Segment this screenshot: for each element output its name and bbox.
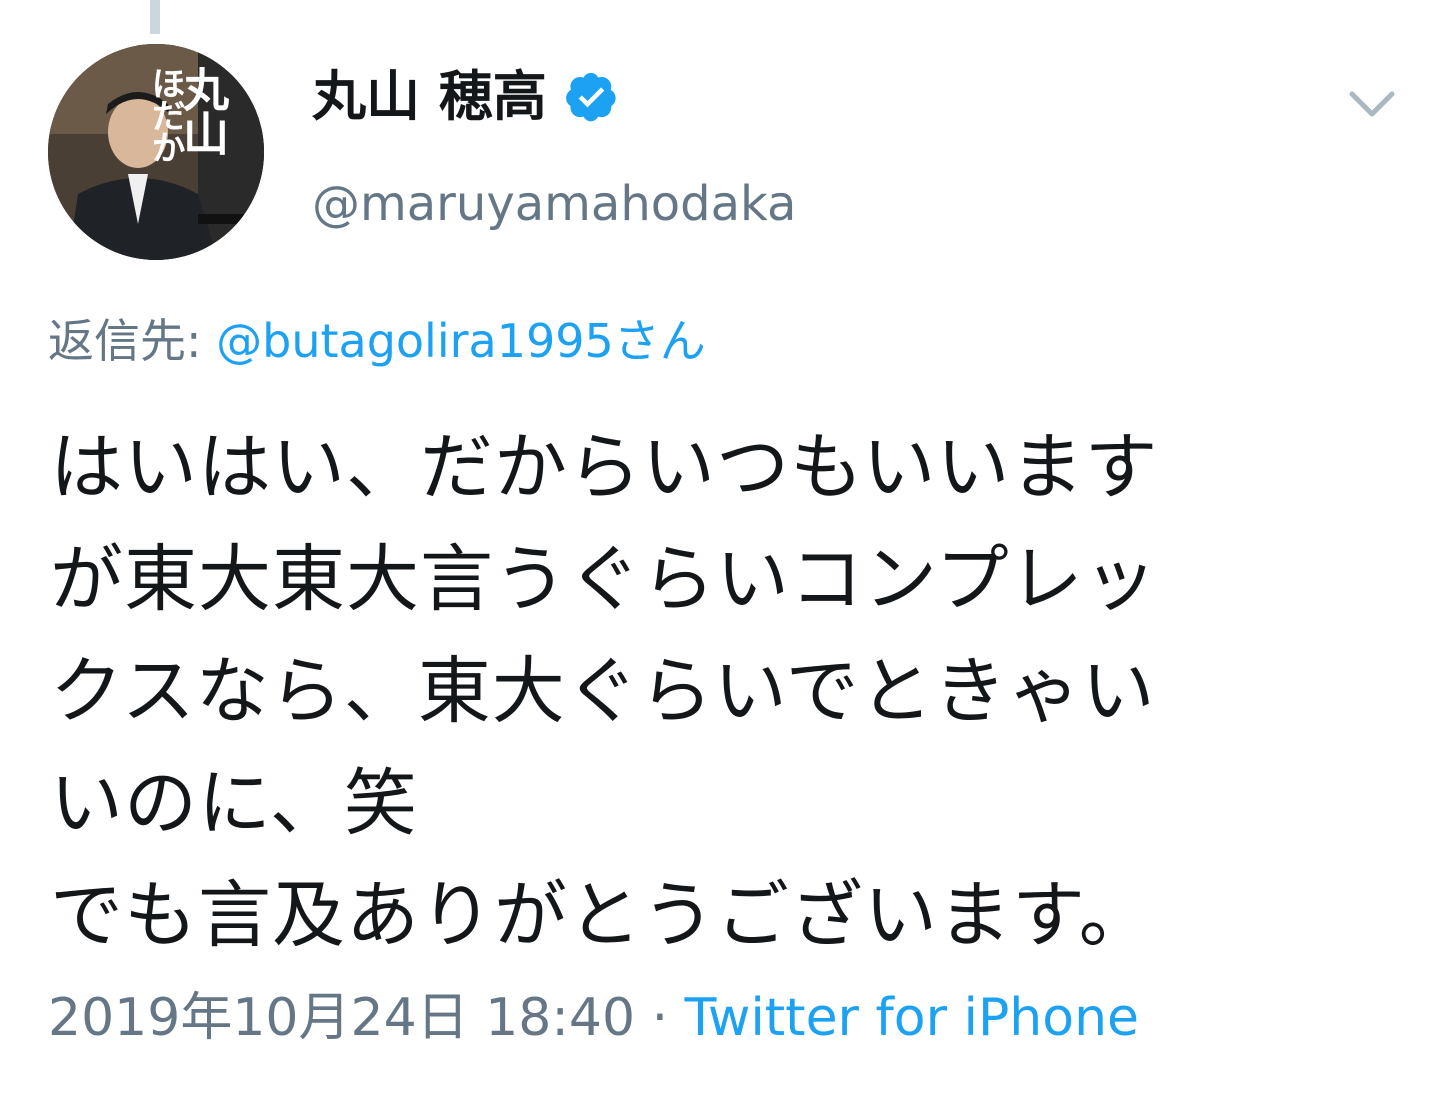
tweet-text-line: クスなら、東大ぐらいでときゃい (50, 649, 1156, 734)
verified-badge-icon (565, 70, 619, 124)
chevron-down-icon[interactable] (1346, 84, 1398, 124)
author-username[interactable]: @maruyamahodaka (312, 180, 796, 228)
reply-label: 返信先: (48, 314, 217, 368)
thread-connector-line (150, 0, 160, 34)
tweet-detail: 丸山 ほだか 丸山 穂高 @maruyamahodaka 返信先: @butag… (0, 0, 1440, 1096)
tweet-body: はいはい、だからいつもいいます が東大東大言うぐらいコンプレッ クスなら、東大ぐ… (50, 412, 1410, 972)
tweet-text-line: が東大東大言うぐらいコンプレッ (50, 537, 1158, 622)
tweet-text-line: でも言及ありがとうございます。 (50, 873, 1153, 958)
tweet-text-line: はいはい、だからいつもいいます (50, 425, 1159, 510)
reply-context: 返信先: @butagolira1995さん (48, 318, 706, 364)
tweet-meta: 2019年10月24日 18:40 · Twitter for iPhone (48, 992, 1139, 1044)
tweet-timestamp[interactable]: 2019年10月24日 18:40 (48, 988, 635, 1048)
reply-target-link[interactable]: @butagolira1995さん (216, 314, 706, 368)
display-name-text[interactable]: 丸山 穂高 (312, 70, 547, 124)
meta-separator: · (635, 988, 685, 1048)
avatar-label-small: ほだか (145, 66, 185, 162)
avatar-label-big: 丸山 (176, 66, 230, 154)
author-display-name[interactable]: 丸山 穂高 (312, 70, 619, 124)
avatar[interactable]: 丸山 ほだか (48, 44, 264, 260)
tweet-source-link[interactable]: Twitter for iPhone (685, 988, 1139, 1048)
tweet-text-line: いのに、笑 (50, 761, 418, 846)
